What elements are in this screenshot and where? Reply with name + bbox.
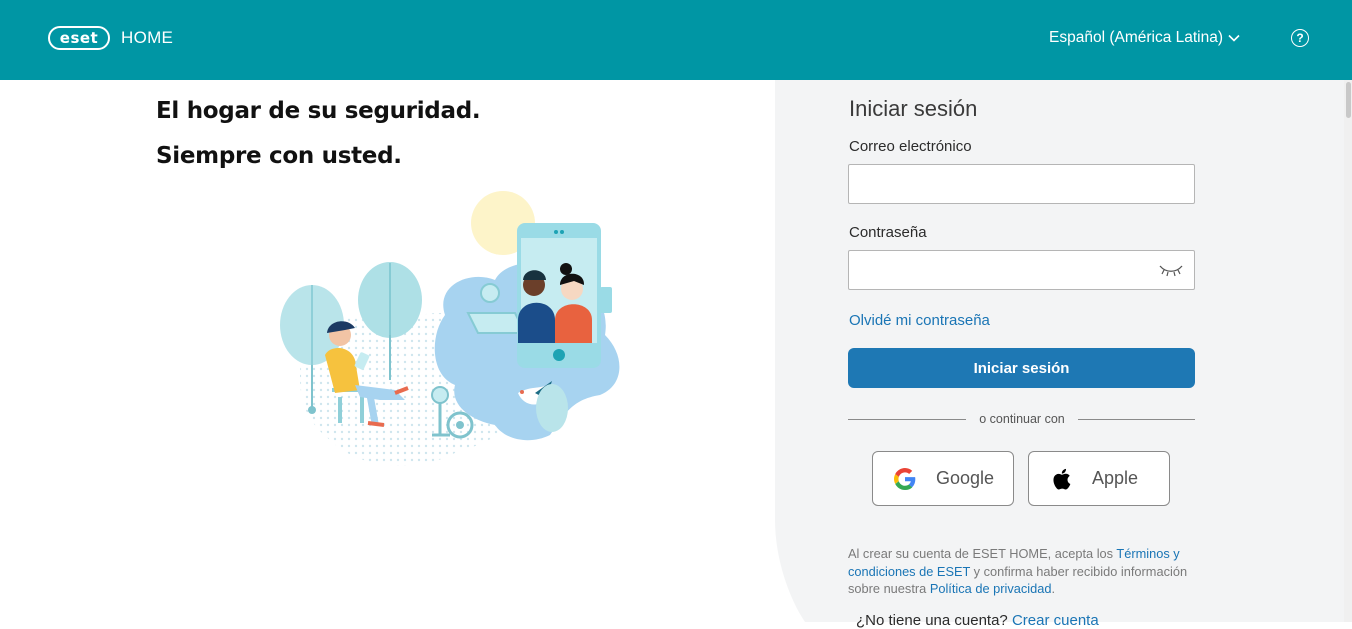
terms-suffix: . xyxy=(1051,581,1056,596)
language-label: Español (América Latina) xyxy=(1049,29,1224,46)
language-selector[interactable]: Español (América Latina) xyxy=(1049,29,1240,47)
forgot-password-link[interactable]: Olvidé mi contraseña xyxy=(849,312,990,329)
create-account-line: ¿No tiene una cuenta? Crear cuenta xyxy=(856,612,1099,629)
hero-illustration xyxy=(280,191,620,467)
no-account-text: ¿No tiene una cuenta? xyxy=(856,612,1012,629)
login-title: Iniciar sesión xyxy=(849,96,978,121)
apple-login-button[interactable]: Apple xyxy=(1028,451,1170,506)
apple-logo-icon xyxy=(1049,467,1073,491)
eye-closed-icon[interactable] xyxy=(1158,263,1184,277)
eset-logo: eset xyxy=(48,26,110,50)
or-continue-label: o continuar con xyxy=(979,412,1065,426)
eset-home-logo[interactable]: eset HOME xyxy=(48,26,173,50)
password-field[interactable] xyxy=(848,250,1195,290)
divider-left xyxy=(848,419,966,420)
create-account-link[interactable]: Crear cuenta xyxy=(1012,612,1099,629)
privacy-link[interactable]: Política de privacidad xyxy=(930,581,1052,596)
password-label: Contraseña xyxy=(849,224,927,241)
login-button[interactable]: Iniciar sesión xyxy=(848,348,1195,388)
email-field[interactable] xyxy=(848,164,1195,204)
apple-label: Apple xyxy=(1092,468,1139,488)
divider-right xyxy=(1078,419,1195,420)
product-name: HOME xyxy=(121,28,174,47)
terms-prefix: Al crear su cuenta de ESET HOME, acepta … xyxy=(848,546,1117,561)
hero-headline-line2: Siempre con usted. xyxy=(156,143,402,169)
scrollbar-track[interactable] xyxy=(1344,80,1352,622)
help-circle-icon[interactable]: ? xyxy=(1291,29,1309,47)
terms-notice: Al crear su cuenta de ESET HOME, acepta … xyxy=(848,545,1208,598)
scrollbar-thumb[interactable] xyxy=(1346,82,1351,118)
hero-headline-line1: El hogar de su seguridad. xyxy=(156,98,481,124)
google-label: Google xyxy=(936,468,995,488)
top-bar: eset HOME Español (América Latina) ? xyxy=(0,0,1352,80)
chevron-down-icon xyxy=(1228,34,1240,42)
google-login-button[interactable]: Google xyxy=(872,451,1014,506)
help-symbol: ? xyxy=(1296,31,1304,45)
google-logo-icon xyxy=(893,467,917,491)
email-label: Correo electrónico xyxy=(849,138,972,155)
